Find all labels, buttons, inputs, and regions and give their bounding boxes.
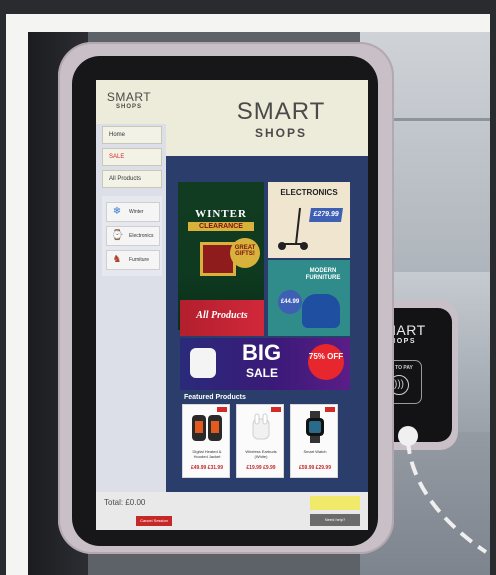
earbuds-icon: [252, 413, 270, 440]
featured-products: Featured Products Digital Heated & Hoode…: [180, 392, 350, 488]
electronics-price: £279.99: [309, 208, 343, 222]
cable-icon: [406, 440, 488, 554]
furniture-banner[interactable]: MODERN FURNITURE £44.99: [268, 260, 350, 336]
smartwatch-icon: [306, 411, 324, 443]
checkout-button[interactable]: [310, 496, 360, 510]
mini-logo-top: SMART: [106, 90, 152, 104]
category-panel: ❄ Winter ⌚ Electronics ♞ Furniture: [102, 196, 162, 276]
featured-title: Featured Products: [184, 394, 246, 401]
discount-burst: 75% OFF: [308, 344, 344, 380]
electronics-title: ELECTRONICS: [280, 188, 338, 197]
nav-home[interactable]: Home: [102, 126, 162, 144]
great-gifts-badge: GREAT GIFTS!: [230, 238, 260, 268]
cable-connector: [398, 426, 418, 446]
image-frame: SMART SHOPS TAP TO PAY ))) SMART SHOPS S…: [0, 0, 496, 575]
earbuds-icon: [190, 348, 216, 378]
electronics-banner[interactable]: ELECTRONICS £279.99: [268, 182, 350, 258]
sale-tag: [217, 407, 227, 412]
mini-logo: SMART SHOPS: [104, 90, 154, 110]
category-winter-label: Winter: [129, 209, 144, 215]
all-products-banner[interactable]: All Products: [180, 300, 264, 336]
furniture-price: £44.99: [278, 290, 302, 314]
winter-title: WINTER: [195, 208, 247, 220]
category-winter[interactable]: ❄ Winter: [106, 202, 160, 222]
category-furniture-label: Furniture: [129, 257, 150, 263]
main-logo-top: SMART: [236, 98, 326, 125]
product-price: £19.99 £9.99: [246, 465, 276, 471]
sidebar: Home SALE All Products ❄ Winter ⌚ Electr…: [96, 124, 166, 516]
cart-total: Total: £0.00: [104, 498, 146, 507]
big-sale-subtitle: SALE: [246, 366, 279, 380]
sale-tag: [325, 407, 335, 412]
mini-logo-bottom: SHOPS: [115, 104, 142, 110]
bean-bag-icon: [302, 294, 340, 328]
product-name: Digital Heated & Hooded Jacket: [192, 449, 222, 459]
kiosk-screen: SMART SHOPS SMART SHOPS Home SALE All Pr…: [96, 80, 368, 530]
sale-tag: [271, 407, 281, 412]
category-electronics-label: Electronics: [129, 233, 154, 239]
main-logo-bottom: SHOPS: [254, 126, 307, 140]
big-sale-title: BIG: [242, 340, 282, 365]
product-name: Smart Watch: [303, 449, 327, 454]
snowflake-icon: ❄: [112, 206, 122, 217]
help-button[interactable]: Need help?: [310, 514, 360, 526]
category-electronics[interactable]: ⌚ Electronics: [106, 226, 160, 246]
product-card[interactable]: Digital Heated & Hooded Jacket £49.99 £3…: [182, 404, 230, 478]
nav-sale[interactable]: SALE: [102, 148, 162, 166]
cancel-session-button[interactable]: Cancel Session: [136, 516, 172, 526]
product-name: Wireless Earbuds (White): [245, 449, 277, 459]
watch-icon: ⌚: [111, 230, 124, 241]
checkout-bar: Total: £0.00 Cancel Session Need help?: [96, 492, 368, 530]
main-logo: SMART SHOPS: [206, 98, 356, 140]
nav-all-products[interactable]: All Products: [102, 170, 162, 188]
product-card[interactable]: Wireless Earbuds (White) £19.99 £9.99: [236, 404, 284, 478]
big-sale-banner[interactable]: BIG SALE 75% OFF: [180, 338, 350, 390]
chair-icon: ♞: [112, 254, 122, 265]
jacket-icon: [192, 415, 222, 441]
all-products-label: All Products: [196, 310, 248, 321]
furniture-title: MODERN FURNITURE: [305, 268, 341, 281]
product-price: £59.99 £29.99: [299, 465, 331, 471]
product-card[interactable]: Smart Watch £59.99 £29.99: [290, 404, 338, 478]
product-price: £49.99 £31.99: [191, 465, 223, 471]
scooter-icon: [278, 207, 308, 250]
winter-subtitle: CLEARANCE: [188, 222, 254, 231]
category-furniture[interactable]: ♞ Furniture: [106, 250, 160, 270]
